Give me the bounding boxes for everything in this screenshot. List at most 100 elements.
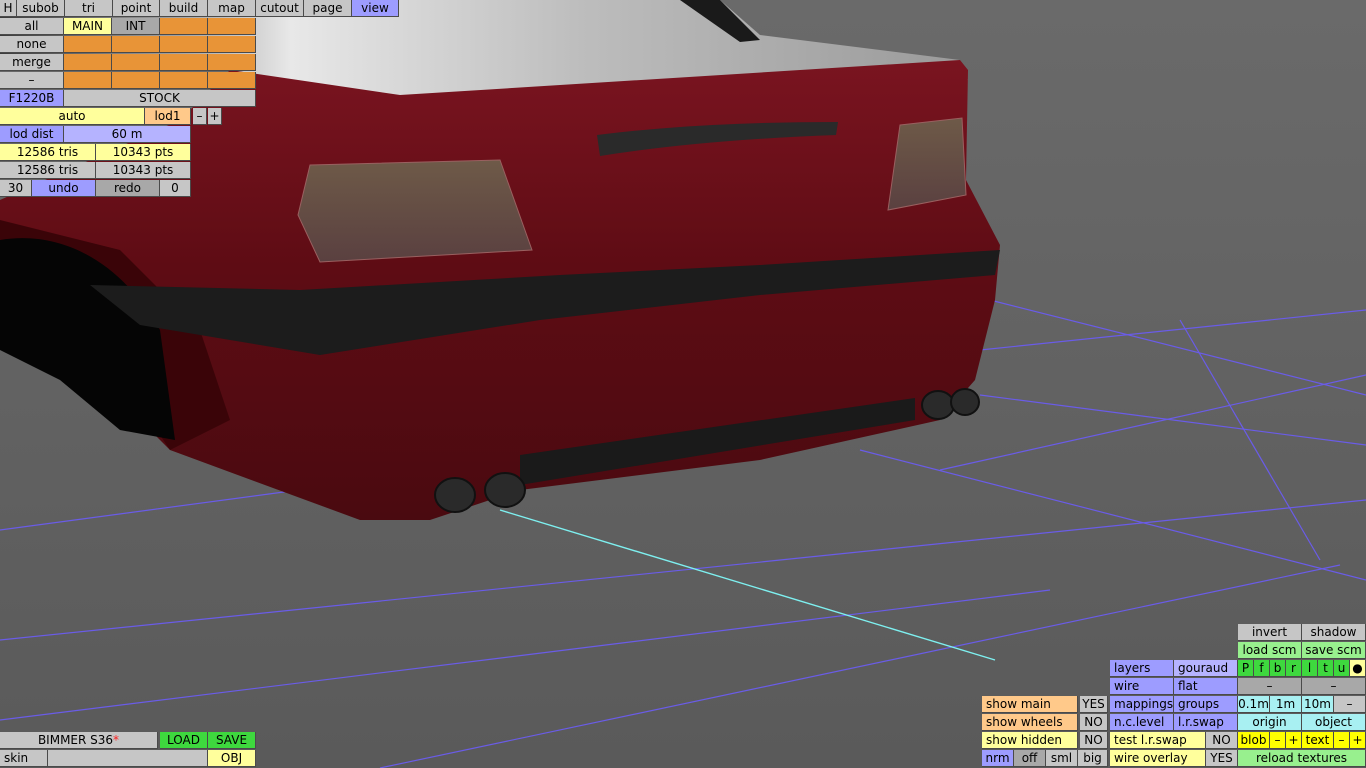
layer-flag-u[interactable]: u xyxy=(1334,660,1350,677)
load-scm-button[interactable]: load scm xyxy=(1238,642,1302,659)
wire-overlay-value[interactable]: YES xyxy=(1206,750,1238,767)
subobject-slot[interactable] xyxy=(208,72,256,89)
menu-map[interactable]: map xyxy=(208,0,256,17)
text-button[interactable]: text xyxy=(1302,732,1334,749)
undo-count: 30 xyxy=(0,180,32,197)
load-button[interactable]: LOAD xyxy=(160,732,208,749)
menu-point[interactable]: point xyxy=(113,0,160,17)
subobject-slot[interactable] xyxy=(64,36,112,53)
subobject-slot[interactable] xyxy=(208,18,256,35)
subobject-slot[interactable] xyxy=(160,72,208,89)
blob-plus-button[interactable]: + xyxy=(1286,732,1302,749)
normals-sml[interactable]: sml xyxy=(1046,750,1078,767)
nc-level-button[interactable]: n.c.level xyxy=(1110,714,1174,731)
subobject-slot[interactable] xyxy=(112,36,160,53)
show-hidden-value[interactable]: NO xyxy=(1080,732,1108,749)
redo-button[interactable]: redo xyxy=(96,180,160,197)
test-lr-swap-value[interactable]: NO xyxy=(1206,732,1238,749)
grid-1m[interactable]: 1m xyxy=(1270,696,1302,713)
int-subobject[interactable]: INT xyxy=(112,18,160,35)
menu-view[interactable]: view xyxy=(352,0,399,17)
layer-dash-left[interactable]: – xyxy=(1238,678,1302,695)
car-name-label: BIMMER S36 xyxy=(37,733,114,747)
grid-0-1m[interactable]: 0.1m xyxy=(1238,696,1270,713)
subobject-slot[interactable] xyxy=(160,54,208,71)
lod-level[interactable]: lod1 xyxy=(145,108,191,125)
shadow-button[interactable]: shadow xyxy=(1302,624,1366,641)
grid-10m[interactable]: 10m xyxy=(1302,696,1334,713)
lod-minus-button[interactable]: – xyxy=(193,108,207,125)
invert-button[interactable]: invert xyxy=(1238,624,1302,641)
layer-flag-r[interactable]: r xyxy=(1286,660,1302,677)
save-scm-button[interactable]: save scm xyxy=(1302,642,1366,659)
lod-mode-button[interactable]: auto xyxy=(0,108,145,125)
subobject-slot[interactable] xyxy=(208,54,256,71)
blob-button[interactable]: blob xyxy=(1238,732,1270,749)
layer-flag-l[interactable]: l xyxy=(1302,660,1318,677)
modified-marker: * xyxy=(113,733,120,747)
menu-page[interactable]: page xyxy=(304,0,352,17)
gouraud-button[interactable]: gouraud xyxy=(1174,660,1238,677)
menu-build[interactable]: build xyxy=(160,0,208,17)
text-plus-button[interactable]: + xyxy=(1350,732,1366,749)
lod-dist-label: lod dist xyxy=(0,126,64,143)
show-wheels-value[interactable]: NO xyxy=(1080,714,1108,731)
show-hidden-label[interactable]: show hidden xyxy=(982,732,1078,749)
show-main-value[interactable]: YES xyxy=(1080,696,1108,713)
subobject-slot[interactable] xyxy=(112,54,160,71)
obj-button[interactable]: OBJ xyxy=(208,750,256,767)
menu-tri[interactable]: tri xyxy=(65,0,113,17)
merge-button[interactable]: merge xyxy=(0,54,64,71)
show-main-label[interactable]: show main xyxy=(982,696,1078,713)
object-button[interactable]: object xyxy=(1302,714,1366,731)
test-lr-swap-button[interactable]: test l.r.swap xyxy=(1110,732,1206,749)
flat-button[interactable]: flat xyxy=(1174,678,1238,695)
wire-overlay-button[interactable]: wire overlay xyxy=(1110,750,1206,767)
menu-subob[interactable]: subob xyxy=(17,0,65,17)
layer-flag-p[interactable]: P xyxy=(1238,660,1254,677)
subobject-slot[interactable] xyxy=(112,72,160,89)
wire-button[interactable]: wire xyxy=(1110,678,1174,695)
car-name[interactable]: BIMMER S36* xyxy=(0,732,158,749)
lod-dist-value[interactable]: 60 m xyxy=(64,126,191,143)
redo-count: 0 xyxy=(160,180,191,197)
main-subobject[interactable]: MAIN xyxy=(64,18,112,35)
undo-button[interactable]: undo xyxy=(32,180,96,197)
tris-count: 12586 tris xyxy=(0,144,96,161)
layer-dot-icon[interactable]: ● xyxy=(1350,660,1366,677)
menu-h[interactable]: H xyxy=(0,0,17,17)
normals-off[interactable]: off xyxy=(1014,750,1046,767)
menu-cutout[interactable]: cutout xyxy=(256,0,304,17)
object-variant[interactable]: STOCK xyxy=(64,90,256,107)
normals-big[interactable]: big xyxy=(1078,750,1108,767)
layer-dash-right[interactable]: – xyxy=(1302,678,1366,695)
object-code[interactable]: F1220B xyxy=(0,90,64,107)
origin-button[interactable]: origin xyxy=(1238,714,1302,731)
lod-plus-button[interactable]: + xyxy=(208,108,222,125)
select-all-button[interactable]: all xyxy=(0,18,64,35)
select-none-button[interactable]: none xyxy=(0,36,64,53)
subobject-slot[interactable] xyxy=(160,18,208,35)
layers-button[interactable]: layers xyxy=(1110,660,1174,677)
layer-flag-t[interactable]: t xyxy=(1318,660,1334,677)
reload-textures-button[interactable]: reload textures xyxy=(1238,750,1366,767)
lr-swap-button[interactable]: l.r.swap xyxy=(1174,714,1238,731)
pts-count: 10343 pts xyxy=(96,144,191,161)
skin-field[interactable] xyxy=(48,750,208,767)
normals-nrm[interactable]: nrm xyxy=(982,750,1014,767)
show-wheels-label[interactable]: show wheels xyxy=(982,714,1078,731)
groups-button[interactable]: groups xyxy=(1174,696,1238,713)
layer-flag-b[interactable]: b xyxy=(1270,660,1286,677)
pts-count-total: 10343 pts xyxy=(96,162,191,179)
grid-minus[interactable]: – xyxy=(1334,696,1366,713)
subobject-slot[interactable] xyxy=(208,36,256,53)
layer-flag-f[interactable]: f xyxy=(1254,660,1270,677)
text-minus-button[interactable]: – xyxy=(1334,732,1350,749)
dash-button[interactable]: – xyxy=(0,72,64,89)
subobject-slot[interactable] xyxy=(64,72,112,89)
subobject-slot[interactable] xyxy=(64,54,112,71)
blob-minus-button[interactable]: – xyxy=(1270,732,1286,749)
save-button[interactable]: SAVE xyxy=(208,732,256,749)
subobject-slot[interactable] xyxy=(160,36,208,53)
mappings-button[interactable]: mappings xyxy=(1110,696,1174,713)
